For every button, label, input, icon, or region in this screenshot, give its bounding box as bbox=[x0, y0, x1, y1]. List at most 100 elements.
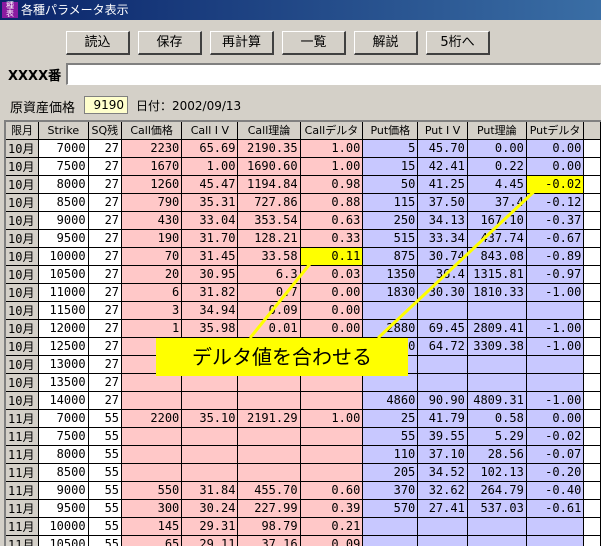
put-delta-cell[interactable]: -0.02 bbox=[526, 427, 585, 446]
extra-cell[interactable] bbox=[583, 391, 601, 410]
month-cell[interactable]: 11月 bbox=[6, 409, 40, 428]
strike-cell[interactable]: 13000 bbox=[38, 355, 89, 374]
call-theoretical-cell[interactable]: 727.86 bbox=[237, 193, 301, 212]
strike-cell[interactable]: 7000 bbox=[38, 409, 89, 428]
save-button[interactable]: 保存 bbox=[138, 31, 202, 55]
column-header[interactable]: Putデルタ bbox=[526, 122, 585, 140]
column-header[interactable]: Strike bbox=[38, 122, 89, 140]
put-theoretical-cell[interactable]: 167.10 bbox=[467, 211, 527, 230]
extra-cell[interactable] bbox=[583, 229, 601, 248]
put-iv-cell[interactable]: 39.55 bbox=[417, 427, 468, 446]
call-theoretical-cell[interactable]: 98.79 bbox=[237, 517, 301, 536]
call-iv-cell[interactable]: 33.04 bbox=[181, 211, 239, 230]
sq-remaining-cell[interactable]: 55 bbox=[88, 535, 123, 546]
put-theoretical-cell[interactable]: 0.22 bbox=[467, 157, 527, 176]
put-theoretical-cell[interactable] bbox=[467, 535, 527, 546]
call-price-cell[interactable]: 1260 bbox=[121, 175, 183, 194]
call-delta-cell[interactable]: 0.11 bbox=[300, 247, 364, 266]
extra-cell[interactable] bbox=[583, 265, 601, 284]
strike-cell[interactable]: 7500 bbox=[38, 157, 89, 176]
call-theoretical-cell[interactable]: 128.21 bbox=[237, 229, 301, 248]
call-iv-cell[interactable]: 29.11 bbox=[181, 535, 239, 546]
extra-cell[interactable] bbox=[583, 463, 601, 482]
put-iv-cell[interactable]: 41.79 bbox=[417, 409, 468, 428]
call-delta-cell[interactable]: 0.39 bbox=[300, 499, 364, 518]
call-price-cell[interactable]: 190 bbox=[121, 229, 183, 248]
extra-cell[interactable] bbox=[583, 139, 601, 158]
call-iv-cell[interactable]: 30.95 bbox=[181, 265, 239, 284]
call-delta-cell[interactable]: 0.00 bbox=[300, 283, 364, 302]
sq-remaining-cell[interactable]: 27 bbox=[88, 139, 123, 158]
strike-cell[interactable]: 8500 bbox=[38, 463, 89, 482]
month-cell[interactable]: 10月 bbox=[6, 211, 40, 230]
put-theoretical-cell[interactable]: 1315.81 bbox=[467, 265, 527, 284]
strike-cell[interactable]: 7500 bbox=[38, 427, 89, 446]
strike-cell[interactable]: 12500 bbox=[38, 337, 89, 356]
put-price-cell[interactable]: 55 bbox=[362, 427, 419, 446]
put-price-cell[interactable]: 875 bbox=[362, 247, 419, 266]
put-delta-cell[interactable]: -0.37 bbox=[526, 211, 585, 230]
put-price-cell[interactable]: 2880 bbox=[362, 319, 419, 338]
call-iv-cell[interactable]: 65.69 bbox=[181, 139, 239, 158]
call-theoretical-cell[interactable]: 0.01 bbox=[237, 319, 301, 338]
put-iv-cell[interactable]: 41.25 bbox=[417, 175, 468, 194]
put-iv-cell[interactable]: 64.72 bbox=[417, 337, 468, 356]
sq-remaining-cell[interactable]: 55 bbox=[88, 409, 123, 428]
call-theoretical-cell[interactable]: 1194.84 bbox=[237, 175, 301, 194]
month-cell[interactable]: 10月 bbox=[6, 157, 40, 176]
put-price-cell[interactable]: 1350 bbox=[362, 265, 419, 284]
month-cell[interactable]: 10月 bbox=[6, 355, 40, 374]
sq-remaining-cell[interactable]: 27 bbox=[88, 175, 123, 194]
call-delta-cell[interactable]: 0.33 bbox=[300, 229, 364, 248]
extra-cell[interactable] bbox=[583, 445, 601, 464]
month-cell[interactable]: 10月 bbox=[6, 139, 40, 158]
sq-remaining-cell[interactable]: 55 bbox=[88, 499, 123, 518]
sq-remaining-cell[interactable]: 27 bbox=[88, 373, 123, 392]
strike-cell[interactable]: 12000 bbox=[38, 319, 89, 338]
put-theoretical-cell[interactable]: 5.29 bbox=[467, 427, 527, 446]
put-price-cell[interactable]: 110 bbox=[362, 445, 419, 464]
put-price-cell[interactable]: 1830 bbox=[362, 283, 419, 302]
parameter-grid[interactable]: 限月 Strike SQ残 Call価格 Call I V Call理論 Callデルタ Pu… bbox=[4, 120, 601, 546]
put-iv-cell[interactable]: 36.4 bbox=[417, 265, 468, 284]
put-delta-cell[interactable] bbox=[526, 517, 585, 536]
column-header[interactable]: Call価格 bbox=[121, 122, 183, 140]
call-theoretical-cell[interactable]: 227.99 bbox=[237, 499, 301, 518]
call-iv-cell[interactable] bbox=[181, 391, 239, 410]
list-button[interactable]: 一覧 bbox=[282, 31, 346, 55]
put-theoretical-cell[interactable]: 537.03 bbox=[467, 499, 527, 518]
call-price-cell[interactable] bbox=[121, 427, 183, 446]
put-iv-cell[interactable] bbox=[417, 517, 468, 536]
call-delta-cell[interactable] bbox=[300, 445, 364, 464]
month-cell[interactable]: 10月 bbox=[6, 175, 40, 194]
month-cell[interactable]: 10月 bbox=[6, 247, 40, 266]
extra-cell[interactable] bbox=[583, 535, 601, 546]
sq-remaining-cell[interactable]: 27 bbox=[88, 193, 123, 212]
call-delta-cell[interactable] bbox=[300, 391, 364, 410]
extra-cell[interactable] bbox=[583, 175, 601, 194]
put-iv-cell[interactable] bbox=[417, 355, 468, 374]
put-price-cell[interactable]: 15 bbox=[362, 157, 419, 176]
call-price-cell[interactable]: 550 bbox=[121, 481, 183, 500]
put-delta-cell[interactable]: -0.97 bbox=[526, 265, 585, 284]
put-theoretical-cell[interactable]: 2809.41 bbox=[467, 319, 527, 338]
call-iv-cell[interactable]: 31.45 bbox=[181, 247, 239, 266]
sq-remaining-cell[interactable]: 27 bbox=[88, 337, 123, 356]
call-price-cell[interactable] bbox=[121, 391, 183, 410]
call-theoretical-cell[interactable] bbox=[237, 427, 301, 446]
call-theoretical-cell[interactable] bbox=[237, 445, 301, 464]
call-iv-cell[interactable]: 30.24 bbox=[181, 499, 239, 518]
call-delta-cell[interactable] bbox=[300, 427, 364, 446]
strike-cell[interactable]: 8000 bbox=[38, 445, 89, 464]
put-delta-cell[interactable]: -1.00 bbox=[526, 283, 585, 302]
column-header[interactable]: Callデルタ bbox=[300, 122, 364, 140]
strike-cell[interactable]: 8500 bbox=[38, 193, 89, 212]
call-price-cell[interactable] bbox=[121, 445, 183, 464]
five-digits-button[interactable]: 5桁へ bbox=[426, 31, 490, 55]
put-iv-cell[interactable]: 30.30 bbox=[417, 283, 468, 302]
put-iv-cell[interactable] bbox=[417, 535, 468, 546]
call-delta-cell[interactable] bbox=[300, 463, 364, 482]
sq-remaining-cell[interactable]: 55 bbox=[88, 481, 123, 500]
call-theoretical-cell[interactable]: 33.58 bbox=[237, 247, 301, 266]
call-iv-cell[interactable] bbox=[181, 427, 239, 446]
